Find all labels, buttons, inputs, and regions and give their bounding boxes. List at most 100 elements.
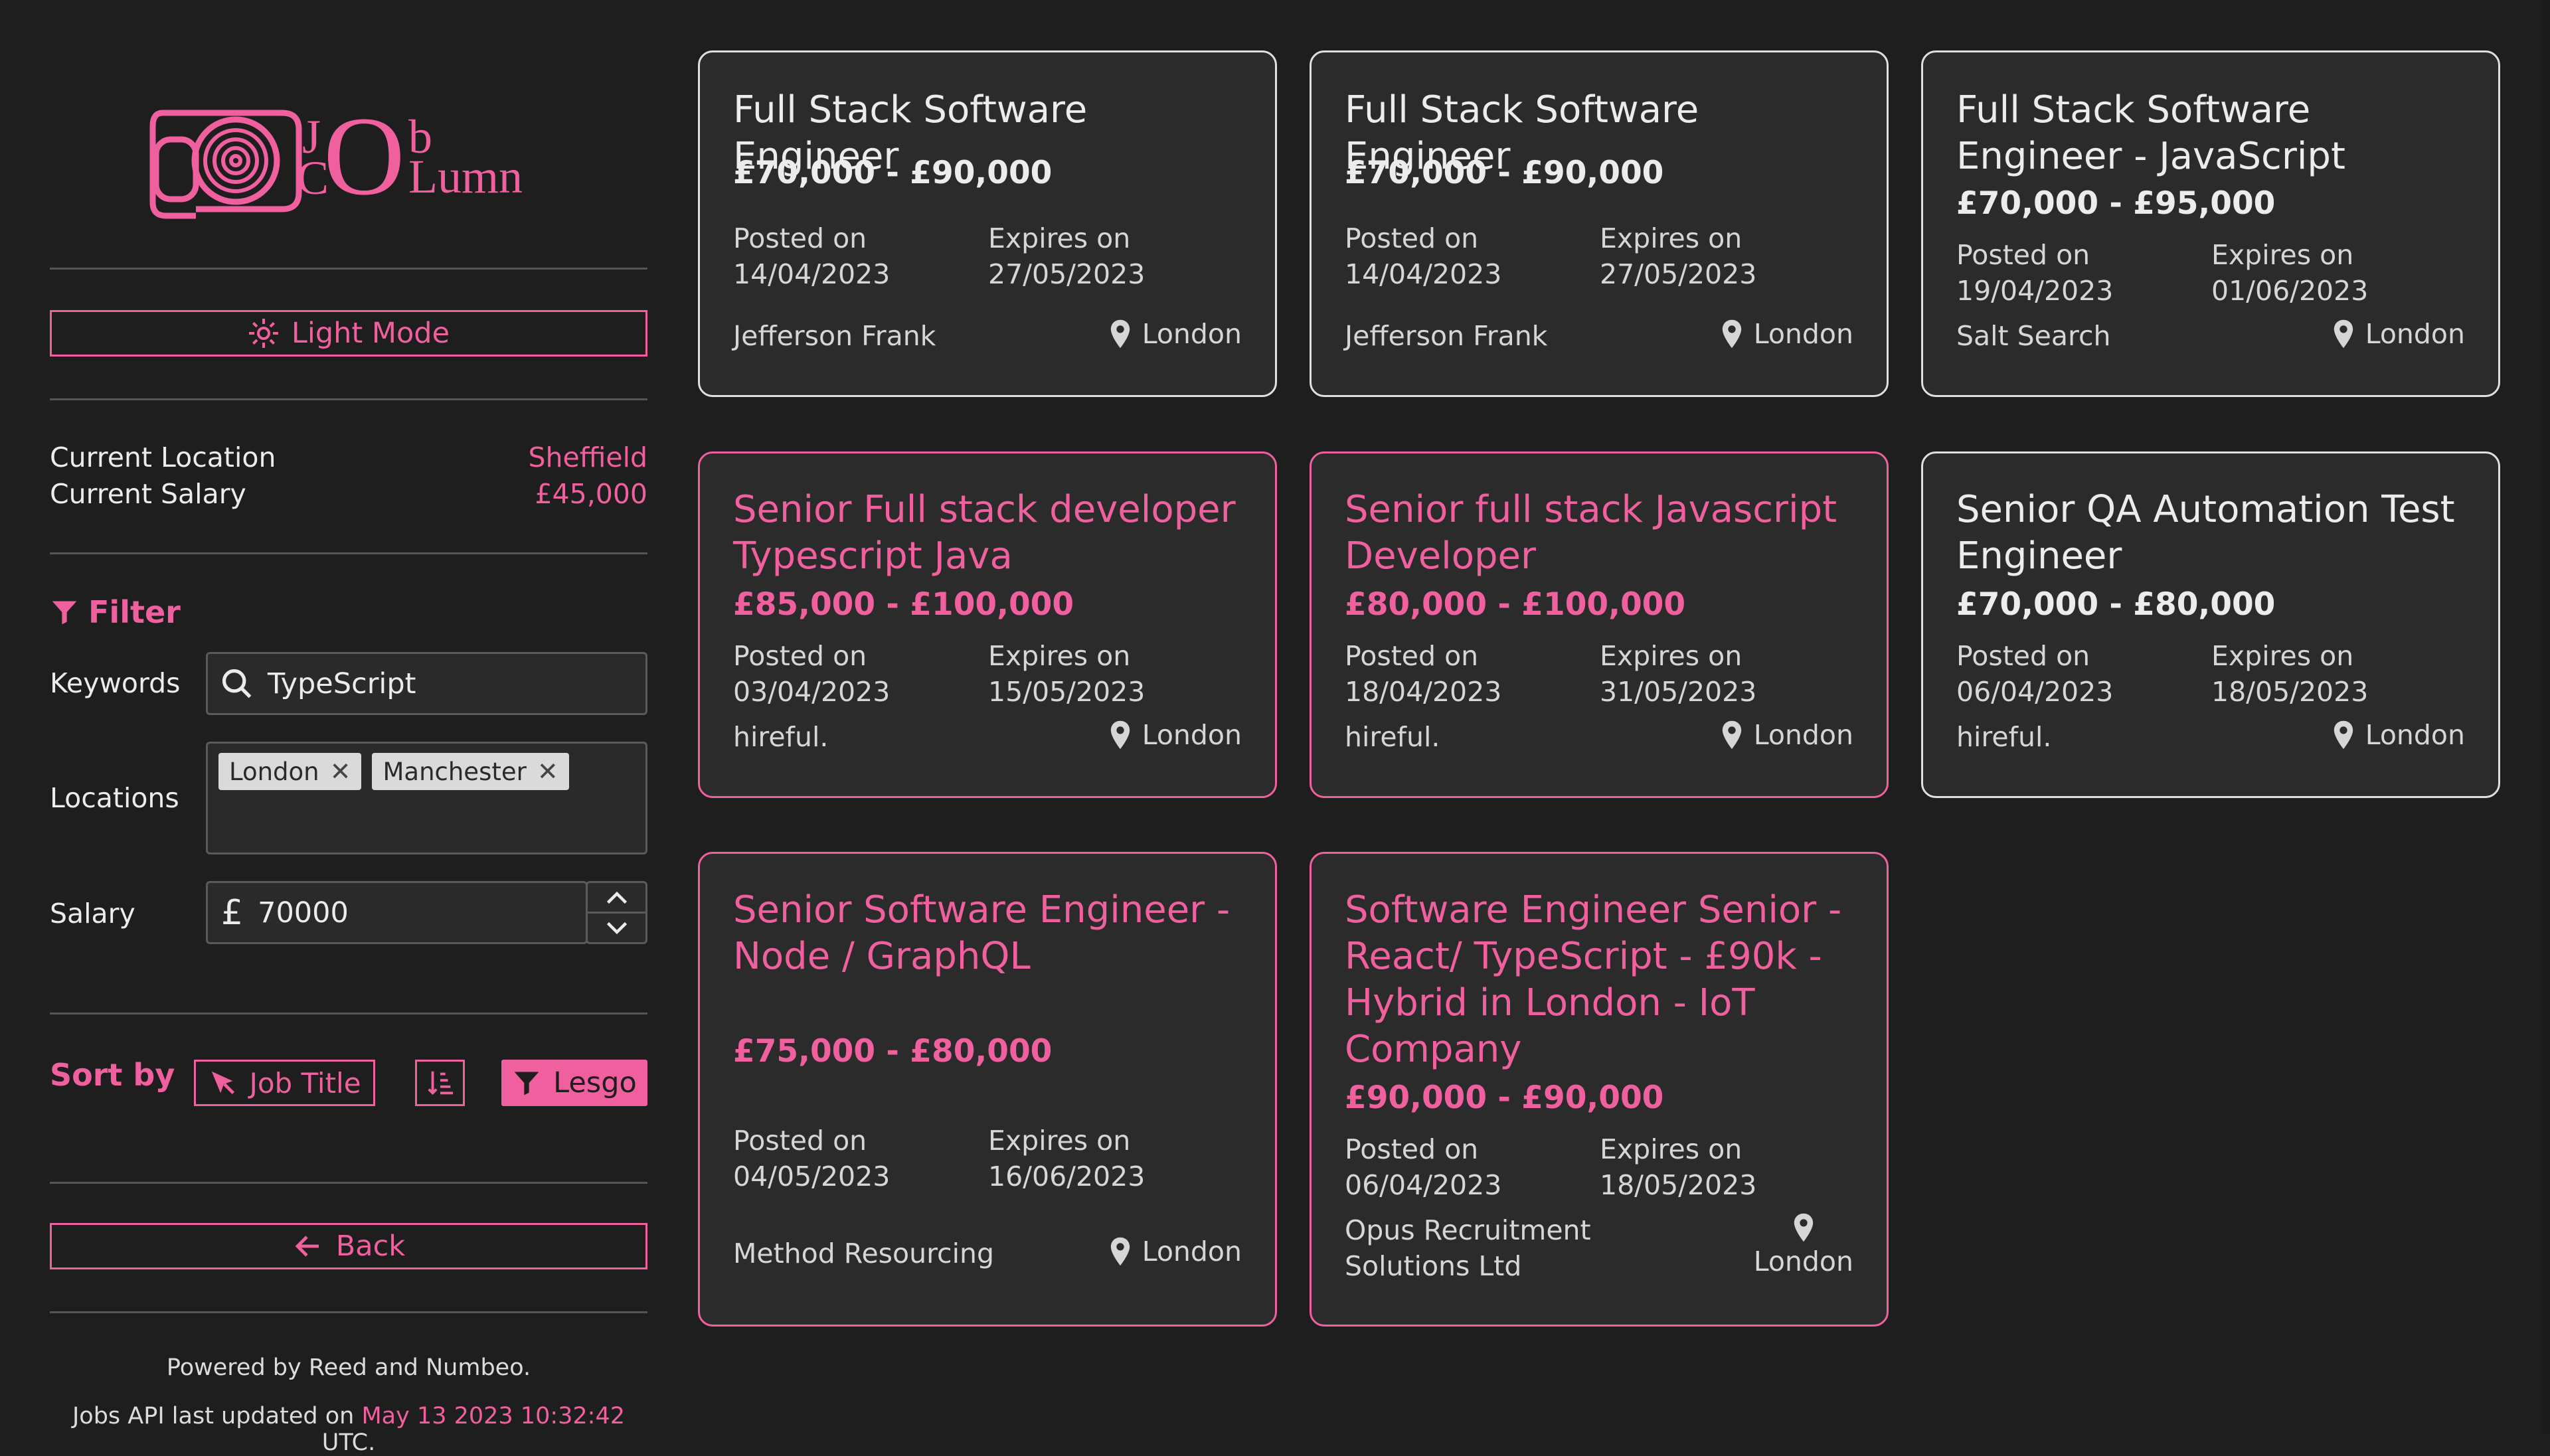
- posted-value: 14/04/2023: [1345, 258, 1502, 290]
- job-title: Software Engineer Senior - React/ TypeSc…: [1345, 888, 1842, 1071]
- sort-field-label: Job Title: [249, 1066, 361, 1099]
- expires-label: Expires on: [1600, 640, 1742, 672]
- job-card[interactable]: Full Stack Software Engineer - JavaScrip…: [1921, 50, 2500, 397]
- job-card[interactable]: Senior full stack Javascript Developer £…: [1310, 451, 1889, 798]
- sort-by-label: Sort by: [50, 1057, 175, 1093]
- expires-value: 31/05/2023: [1600, 676, 1757, 708]
- posted-date: Posted on 18/04/2023: [1345, 638, 1501, 710]
- posted-date: Posted on 06/04/2023: [1345, 1131, 1501, 1203]
- posted-value: 06/04/2023: [1345, 1169, 1502, 1201]
- scrollbar[interactable]: [2542, 0, 2550, 1434]
- job-company: Salt Search: [1956, 320, 2111, 352]
- job-salary: £70,000 - £95,000: [1956, 185, 2276, 222]
- job-salary: £75,000 - £80,000: [733, 1033, 1053, 1070]
- job-card[interactable]: Full Stack Software Engineer £70,000 - £…: [1310, 50, 1889, 397]
- current-salary-value: £45,000: [535, 478, 647, 510]
- keywords-value: TypeScript: [268, 667, 416, 700]
- expires-label: Expires on: [1600, 1133, 1742, 1165]
- locations-label: Locations: [50, 782, 179, 814]
- expires-value: 15/05/2023: [988, 676, 1146, 708]
- expires-date: Expires on 31/05/2023: [1600, 638, 1756, 710]
- expires-label: Expires on: [1600, 222, 1742, 254]
- job-location: London: [1109, 1236, 1242, 1267]
- salary-label: Salary: [50, 898, 135, 930]
- posted-date: Posted on 14/04/2023: [1345, 220, 1501, 292]
- posted-value: 06/04/2023: [1956, 676, 2114, 708]
- job-company: hireful.: [733, 721, 829, 753]
- job-card[interactable]: Senior Software Engineer - Node / GraphQ…: [698, 852, 1277, 1327]
- map-pin-icon: [1794, 1213, 1814, 1242]
- posted-date: Posted on 06/04/2023: [1956, 638, 2113, 710]
- pound-icon: £: [221, 892, 244, 933]
- svg-text:O: O: [323, 94, 405, 218]
- expires-value: 27/05/2023: [988, 258, 1146, 290]
- app-logo[interactable]: J C O b Lumn: [149, 93, 614, 239]
- expires-value: 18/05/2023: [2211, 676, 2369, 708]
- job-card[interactable]: Senior Full stack developer Typescript J…: [698, 451, 1277, 798]
- job-card[interactable]: Software Engineer Senior - React/ TypeSc…: [1310, 852, 1889, 1327]
- increment-button[interactable]: [588, 883, 645, 912]
- posted-value: 19/04/2023: [1956, 275, 2114, 307]
- api-updated-prefix: Jobs API last updated on: [72, 1403, 355, 1429]
- expires-date: Expires on 18/05/2023: [2211, 638, 2368, 710]
- expires-label: Expires on: [2211, 640, 2354, 672]
- locations-multiselect[interactable]: London ✕ Manchester ✕: [206, 742, 647, 854]
- remove-tag-icon[interactable]: ✕: [537, 757, 558, 786]
- chevron-up-icon: [606, 891, 627, 904]
- sort-direction-button[interactable]: [415, 1060, 465, 1106]
- job-location-label: London: [1753, 318, 1853, 350]
- divider: [50, 1012, 647, 1014]
- filter-heading: Filter: [50, 594, 181, 630]
- job-salary: £90,000 - £90,000: [1345, 1080, 1664, 1116]
- remove-tag-icon[interactable]: ✕: [330, 757, 351, 786]
- salary-stepper[interactable]: [586, 881, 647, 944]
- search-icon: [222, 669, 252, 698]
- divider: [50, 552, 647, 554]
- sort-field-button[interactable]: Job Title: [194, 1060, 375, 1106]
- posted-label: Posted on: [1345, 640, 1479, 672]
- map-pin-icon: [1110, 319, 1130, 349]
- posted-label: Posted on: [733, 640, 867, 672]
- job-card[interactable]: Senior QA Automation Test Engineer £70,0…: [1921, 451, 2500, 798]
- salary-input[interactable]: £ 70000: [206, 881, 588, 944]
- lesgo-label: Lesgo: [553, 1066, 637, 1099]
- light-mode-label: Light Mode: [291, 317, 450, 350]
- lesgo-button[interactable]: Lesgo: [501, 1060, 647, 1106]
- powered-by-text: Powered by Reed and Numbeo.: [166, 1354, 531, 1381]
- back-button[interactable]: Back: [50, 1223, 647, 1269]
- salary-value: 70000: [258, 896, 349, 930]
- expires-date: Expires on 16/06/2023: [988, 1123, 1145, 1194]
- job-location-label: London: [1142, 318, 1242, 350]
- expires-date: Expires on 01/06/2023: [2211, 237, 2368, 309]
- keywords-input[interactable]: TypeScript: [206, 652, 647, 715]
- map-pin-icon: [1110, 720, 1130, 750]
- job-location-label: London: [1142, 719, 1242, 751]
- api-updated-time: May 13 2023 10:32:42: [361, 1403, 625, 1429]
- posted-value: 18/04/2023: [1345, 676, 1502, 708]
- keywords-label: Keywords: [50, 667, 181, 699]
- current-location-row: Current Location Sheffield: [50, 442, 647, 473]
- job-company: Method Resourcing: [733, 1238, 995, 1269]
- expires-date: Expires on 27/05/2023: [988, 220, 1145, 292]
- location-tag-label: Manchester: [382, 757, 527, 786]
- job-salary: £80,000 - £100,000: [1345, 586, 1686, 623]
- job-location: London: [2332, 318, 2465, 350]
- job-location: London: [1721, 719, 1853, 751]
- api-updated-text: Jobs API last updated on May 13 2023 10:…: [50, 1403, 647, 1456]
- decrement-button[interactable]: [588, 912, 645, 942]
- job-title: Senior full stack Javascript Developer: [1345, 488, 1837, 578]
- back-label: Back: [335, 1230, 406, 1263]
- location-tag-london: London ✕: [218, 753, 362, 790]
- posted-label: Posted on: [1956, 640, 2090, 672]
- divider: [50, 1182, 647, 1184]
- posted-label: Posted on: [1956, 239, 2090, 271]
- map-pin-icon: [2334, 720, 2353, 750]
- expires-label: Expires on: [988, 222, 1131, 254]
- posted-label: Posted on: [733, 222, 867, 254]
- light-mode-button[interactable]: Light Mode: [50, 310, 647, 357]
- expires-date: Expires on 27/05/2023: [1600, 220, 1756, 292]
- job-card[interactable]: Full Stack Software Engineer £70,000 - £…: [698, 50, 1277, 397]
- job-salary: £70,000 - £90,000: [1345, 155, 1664, 191]
- posted-value: 04/05/2023: [733, 1161, 891, 1192]
- location-tag-manchester: Manchester ✕: [372, 753, 569, 790]
